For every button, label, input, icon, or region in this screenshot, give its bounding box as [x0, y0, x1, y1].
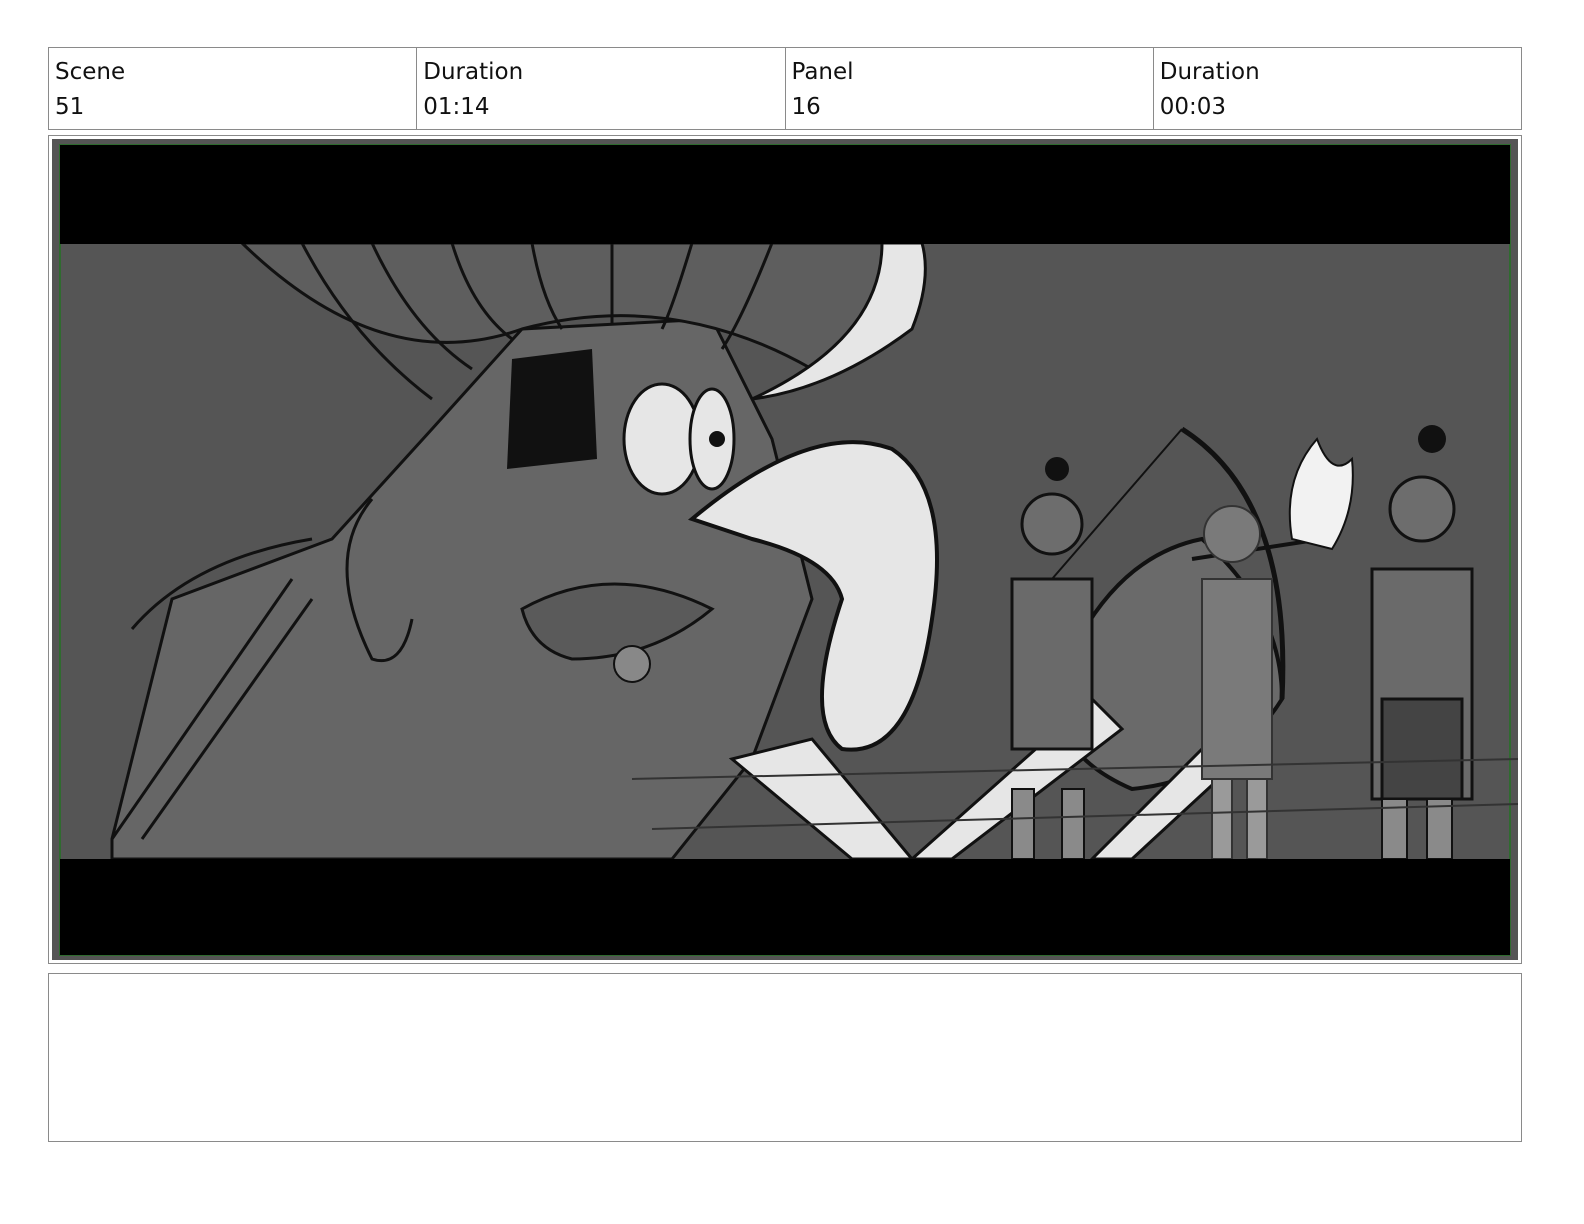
hair-shading — [507, 349, 597, 469]
panel-duration-value: 00:03 — [1159, 94, 1227, 120]
scene-duration-cell: Duration 01:14 — [417, 48, 786, 129]
panel-cell: Panel 16 — [786, 48, 1154, 129]
chin — [613, 645, 651, 683]
panel-value: 16 — [791, 94, 821, 120]
scene-duration-label: Duration — [423, 59, 524, 85]
scene-cell: Scene 51 — [49, 48, 418, 129]
scene-label: Scene — [55, 59, 126, 85]
header-table: Scene 51 Duration 01:14 Panel 16 Duratio… — [48, 47, 1522, 130]
letterbox-top — [60, 145, 1510, 244]
letterbox-bottom — [60, 859, 1510, 955]
panel-duration-cell: Duration 00:03 — [1154, 48, 1521, 129]
panel-label: Panel — [791, 59, 854, 85]
scene-duration-value: 01:14 — [423, 94, 490, 120]
storyboard-panel-image — [52, 139, 1518, 960]
panel-frame — [48, 135, 1522, 964]
scene-value: 51 — [55, 94, 85, 120]
notes-box — [48, 973, 1522, 1142]
pupil — [709, 431, 725, 447]
panel-duration-label: Duration — [1159, 59, 1260, 85]
